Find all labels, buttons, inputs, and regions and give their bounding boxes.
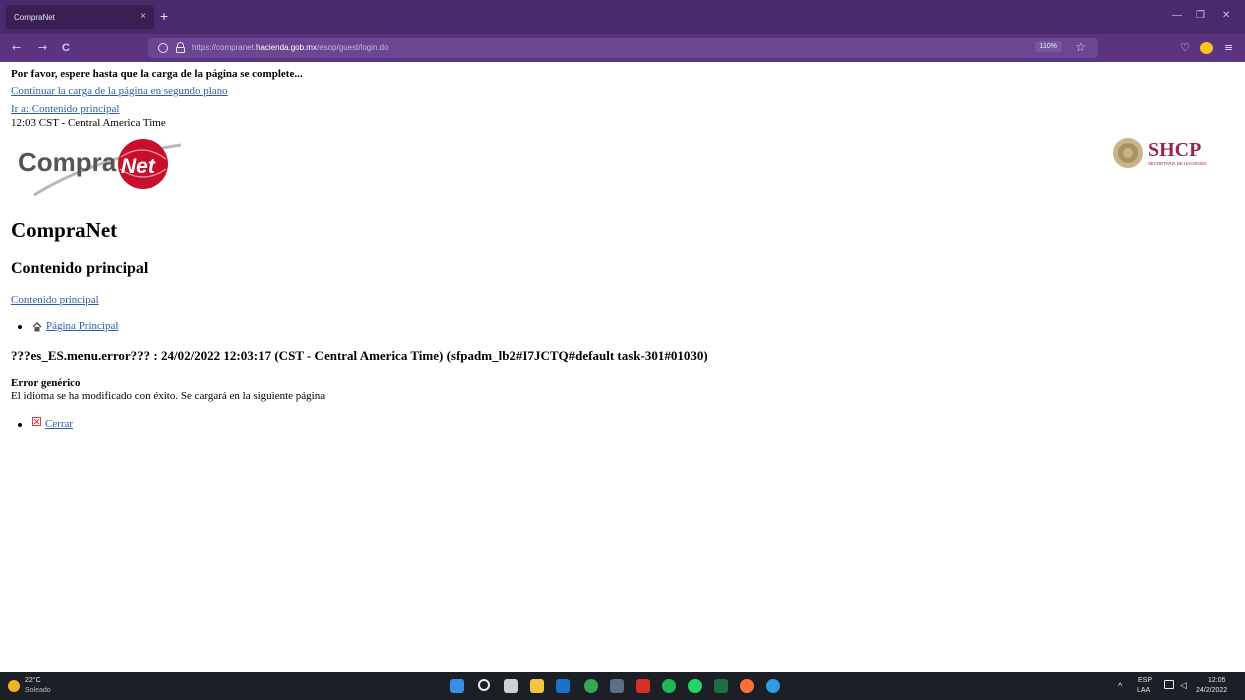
svg-text:SHCP: SHCP [1148, 139, 1201, 161]
url-text[interactable]: https://compranet.hacienda.gob.mx/esop/g… [192, 43, 389, 52]
browser-tab[interactable]: CompraNet × [6, 5, 154, 29]
language-top[interactable]: ESP [1138, 677, 1152, 684]
new-tab-button[interactable]: + [160, 8, 168, 24]
clock-date[interactable]: 24/2/2022 [1196, 687, 1227, 694]
restore-button[interactable]: ❐ [1196, 10, 1205, 21]
tab-close-icon[interactable]: × [140, 11, 146, 22]
shcp-logo[interactable]: SHCP SECRETARÍA DE HACIENDA [1112, 136, 1232, 170]
home-page-link[interactable]: Página Principal [46, 320, 118, 333]
main-content-link[interactable]: Contenido principal [11, 294, 99, 307]
page-header-block: Por favor, espere hasta que la carga de … [11, 68, 1236, 130]
browser-tab-bar: CompraNet × + — ❐ ✕ [0, 0, 1245, 34]
extension-icon[interactable] [1200, 42, 1213, 54]
minimize-button[interactable]: — [1172, 10, 1182, 21]
whatsapp-icon[interactable] [688, 679, 702, 693]
task-view-icon[interactable] [504, 679, 518, 693]
svg-text:SECRETARÍA DE HACIENDA: SECRETARÍA DE HACIENDA [1148, 161, 1207, 166]
windows-taskbar: 22°C Soleado ^ ESP LAA ◁ 12:05 24/2/2022 [0, 672, 1245, 700]
svg-text:Net: Net [121, 155, 156, 178]
svg-text:Compra: Compra [18, 147, 117, 177]
chrome-icon[interactable] [584, 679, 598, 693]
weather-description[interactable]: Soleado [25, 687, 51, 694]
clock-time[interactable]: 12:05 [1208, 677, 1226, 684]
broken-image-icon [32, 417, 41, 426]
close-window-button[interactable]: ✕ [1222, 10, 1230, 21]
tab-title: CompraNet [14, 12, 55, 22]
language-bottom[interactable]: LAA [1137, 687, 1150, 694]
volume-icon[interactable]: ◁ [1180, 680, 1187, 691]
site-title: CompraNet [11, 218, 118, 242]
loading-message: Por favor, espere hasta que la carga de … [11, 68, 303, 80]
pocket-icon[interactable]: ♡ [1180, 41, 1190, 55]
forward-icon[interactable]: → [38, 41, 47, 55]
close-list-item: Cerrar [18, 417, 73, 431]
close-link[interactable]: Cerrar [45, 418, 73, 431]
acrobat-icon[interactable] [636, 679, 650, 693]
error-title: Error genérico [11, 377, 81, 389]
weather-sun-icon[interactable] [8, 680, 20, 692]
error-message: El idioma se ha modificado con éxito. Se… [11, 390, 326, 402]
file-explorer-icon[interactable] [530, 679, 544, 693]
continue-loading-link[interactable]: Continuar la carga de la página en segun… [11, 85, 228, 98]
spotify-icon[interactable] [662, 679, 676, 693]
tracking-protection-icon[interactable] [158, 43, 168, 53]
compranet-logo[interactable]: Compra Net [16, 137, 186, 199]
bullet [18, 422, 22, 427]
calculator-icon[interactable] [610, 679, 624, 693]
excel-icon[interactable] [714, 679, 728, 693]
bullet [18, 324, 22, 329]
weather-temperature[interactable]: 22°C [25, 677, 41, 684]
lock-icon[interactable] [176, 42, 185, 53]
menu-icon[interactable]: ≡ [1224, 41, 1233, 55]
windows-start-icon[interactable] [450, 679, 464, 693]
section-title: Contenido principal [11, 260, 149, 277]
firefox-icon[interactable] [740, 679, 754, 693]
tray-chevron-icon[interactable]: ^ [1118, 681, 1122, 691]
error-heading: ???es_ES.menu.error??? : 24/02/2022 12:0… [11, 348, 708, 363]
home-icon [32, 321, 42, 331]
browser-nav-bar: ← → C https://compranet.hacienda.gob.mx/… [0, 34, 1245, 62]
edge-icon[interactable] [766, 679, 780, 693]
server-time: 12:03 CST - Central America Time [11, 117, 166, 129]
network-icon[interactable] [1164, 680, 1174, 689]
home-list-item: Página Principal [18, 320, 118, 333]
bookmark-star-icon[interactable]: ☆ [1075, 40, 1086, 54]
address-bar[interactable]: https://compranet.hacienda.gob.mx/esop/g… [148, 38, 1098, 58]
search-icon[interactable] [478, 679, 490, 691]
reload-icon[interactable]: C [62, 41, 70, 55]
outlook-icon[interactable] [556, 679, 570, 693]
back-icon[interactable]: ← [12, 41, 21, 55]
zoom-level[interactable]: 110% [1034, 41, 1062, 52]
skip-to-content-link[interactable]: Ir a: Contenido principal [11, 103, 119, 116]
